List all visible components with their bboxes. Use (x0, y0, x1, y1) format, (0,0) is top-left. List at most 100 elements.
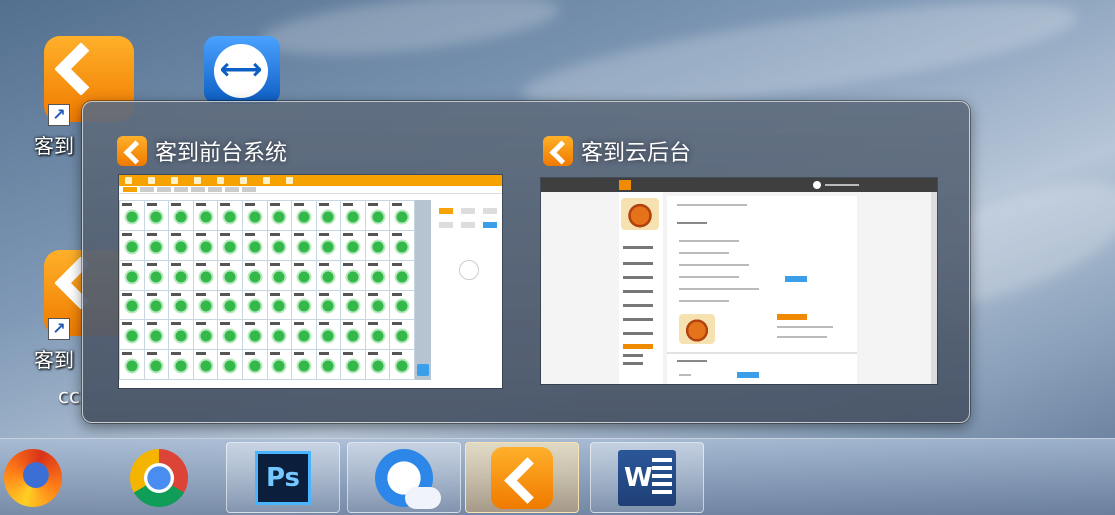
table-cell (341, 260, 365, 290)
table-cell (169, 230, 193, 260)
photoshop-icon: Ps (255, 450, 311, 505)
table-cell (267, 201, 292, 230)
table-cell (390, 320, 414, 350)
cloud-scrollbar[interactable] (931, 192, 937, 384)
desktop-icon-label: 客到 (34, 134, 74, 158)
taskbar-button-qq-browser[interactable] (347, 442, 461, 513)
table-cell (242, 290, 267, 320)
taskbar: Ps W (0, 438, 1115, 515)
table-cell (316, 320, 341, 350)
cloud-content (667, 196, 857, 384)
table-cell (193, 350, 218, 379)
table-cell (144, 201, 169, 230)
table-cell (242, 201, 267, 230)
firefox-icon (4, 448, 62, 507)
table-cell (390, 230, 414, 260)
table-cell (242, 350, 267, 379)
table-cell (242, 260, 267, 290)
table-cell (193, 320, 218, 350)
cloud-header-bar (541, 178, 937, 192)
window-thumbnail-cloud-backend[interactable] (541, 178, 937, 384)
desktop-icon-label-partial: cc (58, 384, 80, 408)
window-thumbnail-front-desk[interactable] (119, 175, 502, 388)
taskbar-button-photoshop[interactable]: Ps (226, 442, 340, 513)
store-photo (621, 198, 659, 230)
table-cell (390, 290, 414, 320)
table-cell (193, 201, 218, 230)
taskbar-thumbnail-preview: 客到前台系统 客到云后台 (82, 101, 970, 423)
table-cell (341, 230, 365, 260)
table-cell (316, 350, 341, 379)
table-cell (218, 350, 242, 379)
table-cell (144, 290, 169, 320)
pos-side-panel (431, 200, 502, 380)
table-cell (120, 320, 144, 350)
table-cell (193, 260, 218, 290)
window-title: 客到云后台 (581, 141, 692, 166)
table-cell (341, 290, 365, 320)
table-cell (120, 230, 144, 260)
table-cell (120, 290, 144, 320)
table-cell (193, 230, 218, 260)
table-cell (316, 290, 341, 320)
table-cell (218, 201, 242, 230)
table-cell (169, 350, 193, 379)
table-cell (292, 350, 316, 379)
table-cell (120, 260, 144, 290)
table-cell (341, 201, 365, 230)
table-cell (267, 320, 292, 350)
table-cell (218, 320, 242, 350)
table-cell (218, 260, 242, 290)
cloud-sidebar (619, 192, 663, 384)
shortcut-arrow-icon: ↗ (48, 104, 70, 126)
taskbar-button-firefox[interactable] (0, 442, 90, 513)
pos-filter-bar (119, 186, 502, 194)
teamviewer-icon[interactable] (204, 36, 280, 104)
table-cell (341, 320, 365, 350)
table-cell (365, 230, 390, 260)
table-cell (316, 260, 341, 290)
table-cell (365, 201, 390, 230)
word-icon: W (618, 449, 676, 506)
taskbar-button-word[interactable]: W (590, 442, 704, 513)
kedao-app-icon (543, 136, 573, 166)
table-cell (144, 320, 169, 350)
window-title: 客到前台系统 (155, 141, 288, 166)
table-cell (292, 320, 316, 350)
window-preview-title-cloud[interactable]: 客到云后台 (543, 135, 691, 167)
table-cell (390, 260, 414, 290)
table-cell (218, 230, 242, 260)
table-cell (316, 201, 341, 230)
wallpaper-streak (258, 0, 562, 66)
table-cell (169, 290, 193, 320)
table-cell (144, 350, 169, 379)
taskbar-button-chrome[interactable] (102, 442, 216, 513)
table-scrollbar (415, 200, 431, 380)
table-cell (365, 260, 390, 290)
table-cell (292, 260, 316, 290)
table-cell (193, 290, 218, 320)
kedao-app-icon (117, 136, 147, 166)
table-cell (365, 290, 390, 320)
table-cell (292, 290, 316, 320)
qq-browser-icon (375, 448, 441, 509)
table-cell (169, 201, 193, 230)
table-cell (120, 350, 144, 379)
table-cell (242, 320, 267, 350)
kedao-icon (491, 446, 553, 509)
taskbar-button-kedao[interactable] (465, 442, 579, 513)
table-cell (218, 290, 242, 320)
table-cell (365, 350, 390, 379)
table-cell (292, 201, 316, 230)
table-cell (267, 260, 292, 290)
cloud-page (619, 192, 859, 384)
window-preview-title-front[interactable]: 客到前台系统 (117, 135, 287, 167)
table-cell (144, 230, 169, 260)
table-cell (267, 290, 292, 320)
table-cell (144, 260, 169, 290)
table-grid (119, 200, 415, 380)
table-cell (169, 320, 193, 350)
table-cell (120, 201, 144, 230)
table-cell (292, 230, 316, 260)
table-cell (390, 350, 414, 379)
